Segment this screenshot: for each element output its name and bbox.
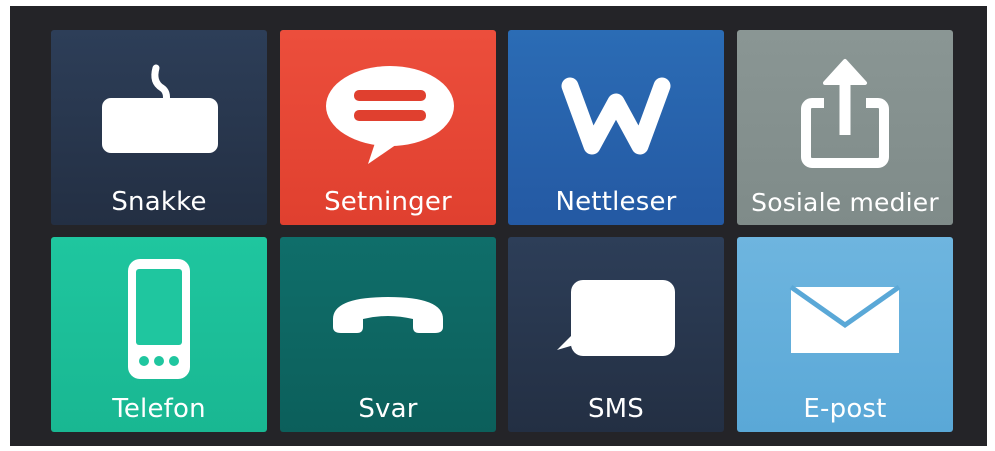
share-icon xyxy=(737,48,953,178)
tile-e-post[interactable]: E-post xyxy=(737,237,953,432)
tile-label: Svar xyxy=(358,394,418,424)
browser-w-icon xyxy=(508,48,724,178)
tile-svar[interactable]: Svar xyxy=(280,237,496,432)
keyboard-icon xyxy=(51,48,267,178)
message-icon xyxy=(508,255,724,385)
tile-label: Setninger xyxy=(324,187,452,217)
tile-telefon[interactable]: Telefon xyxy=(51,237,267,432)
tile-label: Snakke xyxy=(111,187,207,217)
tile-label: Sosiale medier xyxy=(751,188,939,217)
tile-label: Nettleser xyxy=(555,187,677,217)
tile-snakke[interactable]: Snakke xyxy=(51,30,267,225)
tile-sosiale-medier[interactable]: Sosiale medier xyxy=(737,30,953,225)
tile-label: E-post xyxy=(803,394,887,424)
answer-call-icon xyxy=(280,255,496,385)
envelope-icon xyxy=(737,255,953,385)
tile-label: SMS xyxy=(587,394,645,424)
phone-icon xyxy=(51,255,267,385)
tile-sms[interactable]: SMS xyxy=(508,237,724,432)
tile-setninger[interactable]: Setninger xyxy=(280,30,496,225)
speech-bubble-icon xyxy=(280,48,496,178)
tile-nettleser[interactable]: Nettleser xyxy=(508,30,724,225)
tile-label: Telefon xyxy=(112,394,206,424)
